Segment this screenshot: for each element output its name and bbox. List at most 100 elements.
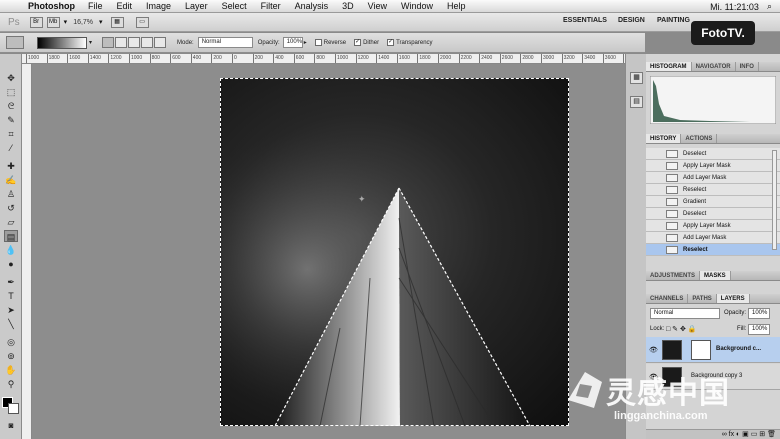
arrange-icon[interactable]: ▾ xyxy=(64,18,68,26)
gradient-dropdown-icon[interactable]: ▾ xyxy=(89,39,92,46)
tab-actions[interactable]: ACTIONS xyxy=(681,134,718,143)
lasso-tool-icon[interactable]: ᘓ xyxy=(4,100,18,112)
gradient-tool-icon[interactable]: ▤ xyxy=(4,230,18,242)
quick-mask-icon[interactable]: ◙ xyxy=(4,420,18,432)
view-extras-icon[interactable]: ▾ xyxy=(99,18,103,26)
dodge-tool-icon[interactable]: ● xyxy=(4,258,18,270)
3d-orbit-tool-icon[interactable]: ⊚ xyxy=(4,350,18,362)
menu-select[interactable]: Select xyxy=(222,1,247,11)
history-item[interactable]: Add Layer Mask xyxy=(646,172,780,184)
tab-info[interactable]: INFO xyxy=(736,62,759,71)
history-item[interactable]: Apply Layer Mask xyxy=(646,160,780,172)
layer-mask-thumbnail[interactable] xyxy=(691,340,711,360)
ruler-tick-label: 1800 xyxy=(417,54,431,63)
tab-layers[interactable]: LAYERS xyxy=(716,294,750,303)
tab-channels[interactable]: CHANNELS xyxy=(646,294,689,303)
history-item[interactable]: Deselect xyxy=(646,148,780,160)
tab-paths[interactable]: PATHS xyxy=(688,294,717,303)
blur-tool-icon[interactable]: 💧 xyxy=(4,244,18,256)
layer-row[interactable]: 👁 Background c... xyxy=(646,337,780,363)
quick-selection-tool-icon[interactable]: ✎ xyxy=(4,114,18,126)
path-selection-tool-icon[interactable]: ➤ xyxy=(4,304,18,316)
brushes-panel-icon[interactable]: ▦ xyxy=(630,72,643,84)
zoom-tool-icon[interactable]: ⚲ xyxy=(4,378,18,390)
type-tool-icon[interactable]: T xyxy=(4,290,18,302)
menu-window[interactable]: Window xyxy=(401,1,433,11)
brush-tool-icon[interactable]: ✍ xyxy=(4,174,18,186)
history-brush-tool-icon[interactable]: ↺ xyxy=(4,202,18,214)
menu-layer[interactable]: Layer xyxy=(185,1,208,11)
move-tool-icon[interactable]: ✥ xyxy=(4,72,18,84)
history-item[interactable]: Deselect xyxy=(646,208,780,220)
clone-source-panel-icon[interactable]: ▤ xyxy=(630,96,643,108)
reverse-checkbox[interactable]: Reverse xyxy=(314,39,346,46)
bridge-button[interactable]: Br xyxy=(29,16,43,28)
background-color-swatch[interactable] xyxy=(8,403,19,414)
menu-filter[interactable]: Filter xyxy=(261,1,281,11)
tab-masks[interactable]: MASKS xyxy=(700,271,731,280)
hand-tool-icon[interactable]: ✋ xyxy=(4,364,18,376)
marquee-tool-icon[interactable]: ⬚ xyxy=(4,86,18,98)
menu-3d[interactable]: 3D xyxy=(342,1,354,11)
history-item-current[interactable]: Reselect xyxy=(646,244,780,256)
menu-analysis[interactable]: Analysis xyxy=(295,1,329,11)
app-menu[interactable]: Photoshop xyxy=(28,1,75,11)
ruler-tick-label: 3600 xyxy=(602,54,616,63)
eraser-tool-icon[interactable]: ▱ xyxy=(4,216,18,228)
application-bar: Ps Br Mb ▾ 16,7% ▾ ▦ ▭ ESSENTIALS DESIGN… xyxy=(0,13,780,32)
pen-tool-icon[interactable]: ✒ xyxy=(4,276,18,288)
opacity-arrow-icon[interactable]: ▸ xyxy=(304,39,307,46)
eye-icon[interactable]: 👁 xyxy=(649,346,658,354)
eyedropper-tool-icon[interactable]: ⁄ xyxy=(4,142,18,154)
workspace-painting[interactable]: PAINTING xyxy=(657,17,690,24)
history-item[interactable]: Reselect xyxy=(646,184,780,196)
lock-icons[interactable]: □ ✎ ✥ 🔒 xyxy=(666,325,697,333)
layers-footer-buttons[interactable]: ∞ fx ◐ ▣ ▭ ⊞ 🗑 xyxy=(646,429,780,439)
clone-stamp-tool-icon[interactable]: ♙ xyxy=(4,188,18,200)
menu-image[interactable]: Image xyxy=(146,1,171,11)
workspace-essentials[interactable]: ESSENTIALS xyxy=(563,17,607,24)
gradient-picker[interactable] xyxy=(37,36,87,49)
linear-gradient-button[interactable] xyxy=(102,37,115,48)
blend-mode-select[interactable]: Normal xyxy=(650,308,720,319)
tab-navigator[interactable]: NAVIGATOR xyxy=(692,62,736,71)
minibridge-button[interactable]: Mb xyxy=(46,16,60,28)
arrange-documents-button[interactable]: ▦ xyxy=(110,16,124,28)
menu-file[interactable]: File xyxy=(88,1,103,11)
transparency-checkbox[interactable]: ✓ Transparency xyxy=(387,39,433,46)
history-scrollbar[interactable] xyxy=(772,150,777,250)
screen-mode-button[interactable]: ▭ xyxy=(135,16,149,28)
zoom-level[interactable]: 16,7% xyxy=(73,19,93,26)
ruler-tick-label: 2200 xyxy=(458,54,472,63)
mode-label: Mode: xyxy=(177,39,194,46)
shape-tool-icon[interactable]: ╲ xyxy=(4,318,18,330)
mode-select[interactable]: Normal xyxy=(197,37,253,48)
tab-history[interactable]: HISTORY xyxy=(646,134,682,143)
spotlight-icon[interactable]: ⌕ xyxy=(767,1,772,12)
healing-brush-tool-icon[interactable]: ✚ xyxy=(4,160,18,172)
3d-rotate-tool-icon[interactable]: ◎ xyxy=(4,336,18,348)
document-canvas[interactable]: ✦ xyxy=(220,78,569,426)
history-item[interactable]: Gradient xyxy=(646,196,780,208)
diamond-gradient-button[interactable] xyxy=(154,37,167,48)
tab-histogram[interactable]: HISTOGRAM xyxy=(646,62,692,71)
reflected-gradient-button[interactable] xyxy=(141,37,154,48)
opacity-field[interactable]: 100% xyxy=(282,37,303,48)
history-item[interactable]: Add Layer Mask xyxy=(646,232,780,244)
crop-tool-icon[interactable]: ⌗ xyxy=(4,128,18,140)
tool-preset-picker[interactable] xyxy=(6,36,24,49)
radial-gradient-button[interactable] xyxy=(115,37,128,48)
dither-checkbox[interactable]: ✓ Dither xyxy=(354,39,379,46)
apple-icon[interactable] xyxy=(8,1,18,11)
ruler-tick-label: 1000 xyxy=(334,54,349,63)
workspace-design[interactable]: DESIGN xyxy=(618,17,645,24)
layer-opacity-field[interactable]: 100% xyxy=(748,308,770,319)
tab-adjustments[interactable]: ADJUSTMENTS xyxy=(646,271,701,280)
menu-edit[interactable]: Edit xyxy=(117,1,133,11)
history-state-icon xyxy=(666,210,678,218)
history-item[interactable]: Apply Layer Mask xyxy=(646,220,780,232)
fill-field[interactable]: 100% xyxy=(748,324,770,335)
angle-gradient-button[interactable] xyxy=(128,37,141,48)
menu-help[interactable]: Help xyxy=(447,1,466,11)
menu-view[interactable]: View xyxy=(368,1,387,11)
